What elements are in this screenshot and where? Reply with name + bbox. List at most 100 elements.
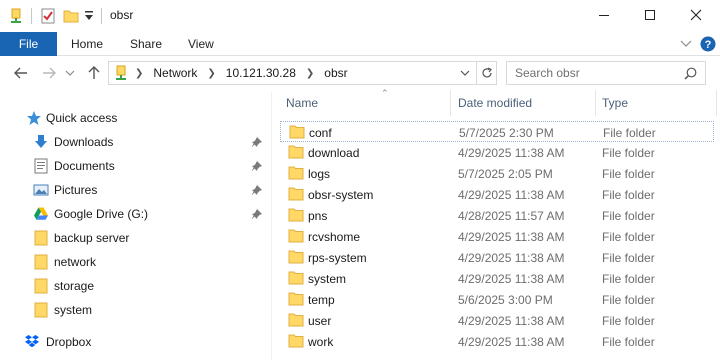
customize-toolbar-chevron-icon[interactable] <box>84 10 94 25</box>
folder-icon <box>33 254 49 270</box>
breadcrumb-separator[interactable]: ❯ <box>207 68 215 79</box>
nav-label: Documents <box>54 159 115 173</box>
nav-item-system[interactable]: system <box>0 298 272 322</box>
nav-item-dropbox[interactable]: Dropbox <box>0 330 272 354</box>
pane-divider[interactable] <box>271 92 272 360</box>
column-header-date[interactable]: Date modified <box>458 90 594 116</box>
address-history-chevron-icon[interactable] <box>460 70 470 76</box>
breadcrumb-current[interactable]: obsr <box>324 66 347 80</box>
pin-icon[interactable] <box>251 208 263 220</box>
file-date: 5/6/2025 3:00 PM <box>458 292 553 307</box>
file-name: obsr-system <box>308 187 374 202</box>
folder-icon <box>288 250 304 264</box>
breadcrumb-network[interactable]: Network <box>153 66 197 80</box>
folder-icon <box>33 230 49 246</box>
file-name: temp <box>308 292 335 307</box>
column-resize-handle[interactable] <box>595 90 596 116</box>
recent-locations-button[interactable] <box>64 64 76 82</box>
maximize-button[interactable] <box>627 0 673 30</box>
nav-item-network[interactable]: network <box>0 250 272 274</box>
tab-share[interactable]: Share <box>130 32 162 56</box>
file-type: File folder <box>603 125 656 140</box>
refresh-icon <box>481 67 492 78</box>
folder-icon <box>288 208 304 222</box>
new-folder-icon[interactable] <box>63 8 79 27</box>
divider <box>101 8 102 24</box>
file-row-download[interactable]: download 4/29/2025 11:38 AM File folder <box>280 142 714 163</box>
file-date: 5/7/2025 2:05 PM <box>458 166 553 181</box>
documents-icon <box>33 158 49 174</box>
file-row-temp[interactable]: temp 5/6/2025 3:00 PM File folder <box>280 289 714 310</box>
file-name: work <box>308 334 334 349</box>
pin-icon[interactable] <box>251 184 263 196</box>
nav-item-backup-server[interactable]: backup server <box>0 226 272 250</box>
file-row-rcvshome[interactable]: rcvshome 4/29/2025 11:38 AM File folder <box>280 226 714 247</box>
file-row-user[interactable]: user 4/29/2025 11:38 AM File folder <box>280 310 714 331</box>
search-input[interactable] <box>515 66 685 80</box>
address-bar[interactable]: ❯ Network ❯ 10.121.30.28 ❯ obsr <box>108 61 477 85</box>
nav-label: Quick access <box>46 111 118 125</box>
file-name: system <box>308 271 347 286</box>
file-type: File folder <box>602 229 655 244</box>
title-bar: obsr <box>0 0 720 32</box>
refresh-button[interactable] <box>477 61 497 85</box>
file-row-obsr-system[interactable]: obsr-system 4/29/2025 11:38 AM File fold… <box>280 184 714 205</box>
file-name: rcvshome <box>308 229 361 244</box>
tab-view[interactable]: View <box>188 32 214 56</box>
file-name: download <box>308 145 360 160</box>
tab-home[interactable]: Home <box>71 32 103 56</box>
up-button[interactable] <box>85 64 103 82</box>
nav-item-storage[interactable]: storage <box>0 274 272 298</box>
file-list-header: ⌃ Name Date modified Type <box>280 88 720 116</box>
breadcrumb-separator[interactable]: ❯ <box>306 68 314 79</box>
column-header-name[interactable]: Name <box>286 90 450 116</box>
expand-ribbon-chevron-icon[interactable] <box>678 32 694 56</box>
file-row-system[interactable]: system 4/29/2025 11:38 AM File folder <box>280 268 714 289</box>
maximize-icon <box>645 10 655 20</box>
column-resize-handle[interactable] <box>716 90 717 116</box>
search-icon[interactable] <box>684 67 697 80</box>
folder-icon <box>288 187 304 201</box>
folder-icon <box>288 292 304 306</box>
file-type: File folder <box>602 334 655 349</box>
minimize-button[interactable] <box>581 0 627 30</box>
help-icon[interactable]: ? <box>699 32 717 56</box>
nav-item-documents[interactable]: Documents <box>0 154 272 178</box>
forward-button[interactable] <box>40 64 58 82</box>
file-row-work[interactable]: work 4/29/2025 11:38 AM File folder <box>280 331 714 352</box>
file-type: File folder <box>602 166 655 181</box>
breadcrumb-separator[interactable]: ❯ <box>135 68 143 79</box>
properties-icon[interactable] <box>8 8 24 27</box>
file-type: File folder <box>602 250 655 265</box>
search-box[interactable] <box>506 61 706 85</box>
pin-icon[interactable] <box>251 160 263 172</box>
nav-label: Dropbox <box>46 335 92 349</box>
close-button[interactable] <box>673 0 719 30</box>
nav-item-downloads[interactable]: Downloads <box>0 130 272 154</box>
file-date: 4/29/2025 11:38 AM <box>458 145 565 160</box>
divider <box>31 8 32 24</box>
breadcrumb-host[interactable]: 10.121.30.28 <box>226 66 296 80</box>
file-name: conf <box>309 125 332 140</box>
minimize-icon <box>599 15 609 16</box>
tab-file[interactable]: File <box>0 32 57 56</box>
pictures-icon <box>33 182 49 198</box>
pin-icon[interactable] <box>251 136 263 148</box>
column-header-type[interactable]: Type <box>602 90 712 116</box>
file-row-conf[interactable]: conf 5/7/2025 2:30 PM File folder <box>280 121 714 142</box>
file-row-pns[interactable]: pns 4/28/2025 11:57 AM File folder <box>280 205 714 226</box>
column-resize-handle[interactable] <box>450 90 451 116</box>
nav-label: system <box>54 303 93 317</box>
file-type: File folder <box>602 208 655 223</box>
folder-icon <box>288 166 304 180</box>
back-button[interactable] <box>12 64 30 82</box>
nav-item-pictures[interactable]: Pictures <box>0 178 272 202</box>
nav-item-google-drive[interactable]: Google Drive (G:) <box>0 202 272 226</box>
file-row-rps-system[interactable]: rps-system 4/29/2025 11:38 AM File folde… <box>280 247 714 268</box>
checkmark-doc-icon[interactable] <box>40 8 56 27</box>
file-row-logs[interactable]: logs 5/7/2025 2:05 PM File folder <box>280 163 714 184</box>
dropbox-icon <box>24 334 40 350</box>
forward-arrow-icon <box>43 67 56 79</box>
chevron-down-icon <box>65 70 75 76</box>
nav-quick-access[interactable]: Quick access <box>0 106 272 130</box>
